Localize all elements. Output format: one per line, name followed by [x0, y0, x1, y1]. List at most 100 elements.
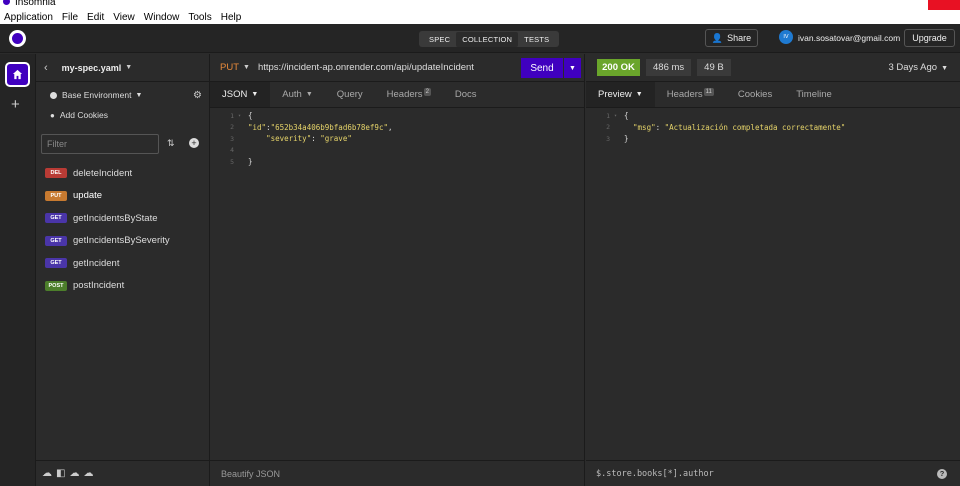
box-icon[interactable]: ◧: [56, 468, 65, 479]
add-request-icon[interactable]: +: [189, 138, 199, 148]
cloud-upload-icon[interactable]: ☁: [69, 468, 79, 479]
cloud-download-icon[interactable]: ☁: [83, 468, 93, 479]
tab-collection[interactable]: COLLECTION: [456, 31, 519, 47]
menu-item-view[interactable]: View: [113, 12, 135, 23]
spec-name[interactable]: my-spec.yaml: [62, 63, 122, 73]
menu-item-tools[interactable]: Tools: [188, 12, 211, 23]
home-button[interactable]: [5, 62, 30, 87]
request-item-getIncidentsByState[interactable]: GET getIncidentsByState: [36, 207, 210, 230]
response-tab-headers[interactable]: Headers 11: [655, 82, 726, 107]
code-line: 2 "id":"652b34a406b9bfad6b78ef9c",: [210, 122, 585, 134]
request-item-postIncident[interactable]: POST postIncident: [36, 275, 210, 298]
response-time: 486 ms: [646, 59, 692, 76]
chevron-down-icon: ▼: [251, 91, 259, 98]
gear-icon[interactable]: ⚙: [193, 90, 202, 101]
request-tab-query[interactable]: Query: [325, 82, 375, 107]
method-badge: GET: [45, 235, 67, 246]
tab-label: Docs: [454, 89, 477, 100]
environment-dot-icon: [50, 91, 57, 99]
request-tab-json[interactable]: JSON ▼: [210, 82, 271, 107]
upgrade-button[interactable]: Upgrade: [904, 29, 955, 47]
line-number: 1: [230, 111, 234, 120]
title-bar: Insomnia: [0, 0, 960, 10]
json-separator: :: [655, 122, 665, 132]
request-name: getIncidentsBySeverity: [73, 235, 170, 247]
code-line: 1 ▾{: [210, 110, 585, 122]
share-button[interactable]: 👤 Share: [705, 29, 758, 47]
cloud-icon[interactable]: ☁: [42, 468, 52, 479]
code-line: 2 "msg": "Actualización completada corre…: [586, 122, 960, 134]
fold-caret-icon[interactable]: ▾: [614, 113, 624, 119]
code-text: "id":"652b34a406b9bfad6b78ef9c",: [248, 123, 393, 132]
request-item-getIncident[interactable]: GET getIncident: [36, 252, 210, 275]
request-tab-headers[interactable]: Headers 2: [375, 82, 443, 107]
response-tab-preview[interactable]: Preview ▼: [586, 82, 655, 107]
response-tab-cookies[interactable]: Cookies: [726, 82, 784, 107]
response-tabs: Preview ▼ Headers 11 Cookies Timeline: [586, 82, 960, 108]
tab-tests[interactable]: TESTS: [518, 35, 555, 44]
back-chevron-icon[interactable]: ‹: [44, 62, 48, 74]
response-status-bar: 200 OK 486 ms 49 B 3 Days Ago ▼: [586, 54, 960, 82]
count-badge: 2: [423, 87, 431, 96]
line-number: 3: [606, 134, 610, 143]
menu-item-application[interactable]: Application: [4, 12, 53, 23]
request-name: deleteIncident: [73, 167, 133, 179]
chevron-down-icon: ▼: [135, 91, 143, 99]
chevron-down-icon: ▼: [305, 91, 313, 98]
tab-label: Preview: [598, 89, 632, 100]
code-line: 5}: [210, 156, 585, 168]
insomnia-app-logo-icon[interactable]: [9, 30, 26, 47]
send-button[interactable]: Send: [521, 58, 563, 78]
code-text: {: [624, 111, 629, 121]
request-name: getIncidentsByState: [73, 212, 158, 224]
add-cookies-button[interactable]: ● Add Cookies: [50, 110, 108, 120]
fold-caret-icon[interactable]: ▾: [238, 113, 248, 119]
tab-label: Headers: [666, 89, 703, 100]
method-selector[interactable]: PUT: [220, 62, 239, 73]
response-filter-input[interactable]: $.store.books[*].author ?: [586, 460, 960, 486]
home-icon: [12, 69, 23, 80]
tab-spec[interactable]: SPEC: [423, 35, 456, 44]
line-number: 5: [230, 157, 234, 166]
request-name: postIncident: [73, 280, 125, 292]
url-input[interactable]: https://incident-ap.onrender.com/api/upd…: [258, 62, 474, 73]
help-icon[interactable]: ?: [937, 469, 947, 479]
chevron-down-icon[interactable]: ▼: [125, 64, 132, 71]
menu-item-help[interactable]: Help: [221, 12, 242, 23]
code-text: }: [624, 134, 629, 144]
response-tab-timeline[interactable]: Timeline: [784, 82, 844, 107]
user-avatar[interactable]: IV: [779, 30, 793, 44]
user-email[interactable]: ivan.sosatovar@gmail.com: [798, 33, 900, 43]
add-project-icon[interactable]: +: [11, 96, 20, 113]
menu-item-window[interactable]: Window: [144, 12, 180, 23]
tab-label: Headers: [386, 89, 423, 100]
request-item-update[interactable]: PUT update: [36, 185, 210, 208]
response-history-selector[interactable]: 3 Days Ago ▼: [888, 62, 948, 73]
window-close-button[interactable]: [928, 0, 960, 10]
response-body-viewer[interactable]: 1 ▾{2 "msg": "Actualización completada co…: [586, 110, 960, 460]
line-number: 2: [606, 123, 610, 132]
cookie-icon: ●: [50, 110, 55, 120]
tab-label: Query: [336, 89, 363, 100]
code-line: 4: [210, 145, 585, 157]
tab-label: Auth: [282, 89, 302, 100]
chevron-down-icon[interactable]: ▼: [243, 64, 250, 71]
json-key: "severity": [266, 134, 312, 144]
request-tab-auth[interactable]: Auth ▼: [270, 82, 324, 107]
environment-selector[interactable]: Base Environment ▼ ⚙: [50, 90, 202, 101]
menu-item-file[interactable]: File: [62, 12, 78, 23]
menu-item-edit[interactable]: Edit: [87, 12, 104, 23]
request-item-getIncidentsBySeverity[interactable]: GET getIncidentsBySeverity: [36, 230, 210, 253]
request-tab-docs[interactable]: Docs: [443, 82, 489, 107]
request-tabs: JSON ▼ Auth ▼ Query Headers 2 Docs: [210, 82, 584, 108]
filter-input[interactable]: Filter: [41, 134, 159, 154]
request-item-deleteIncident[interactable]: DEL deleteIncident: [36, 162, 210, 185]
send-options-chevron-icon[interactable]: ▼: [564, 58, 581, 78]
beautify-json-button[interactable]: Beautify JSON: [210, 460, 584, 486]
code-text: {: [248, 111, 253, 121]
method-badge: GET: [45, 258, 67, 269]
json-key: "id": [248, 122, 267, 132]
request-body-editor[interactable]: 1 ▾{2 "id":"652b34a406b9bfad6b78ef9c", 3 "s…: [210, 110, 585, 460]
chevron-down-icon: ▼: [941, 65, 948, 72]
sort-icon[interactable]: ⇅: [167, 138, 175, 149]
